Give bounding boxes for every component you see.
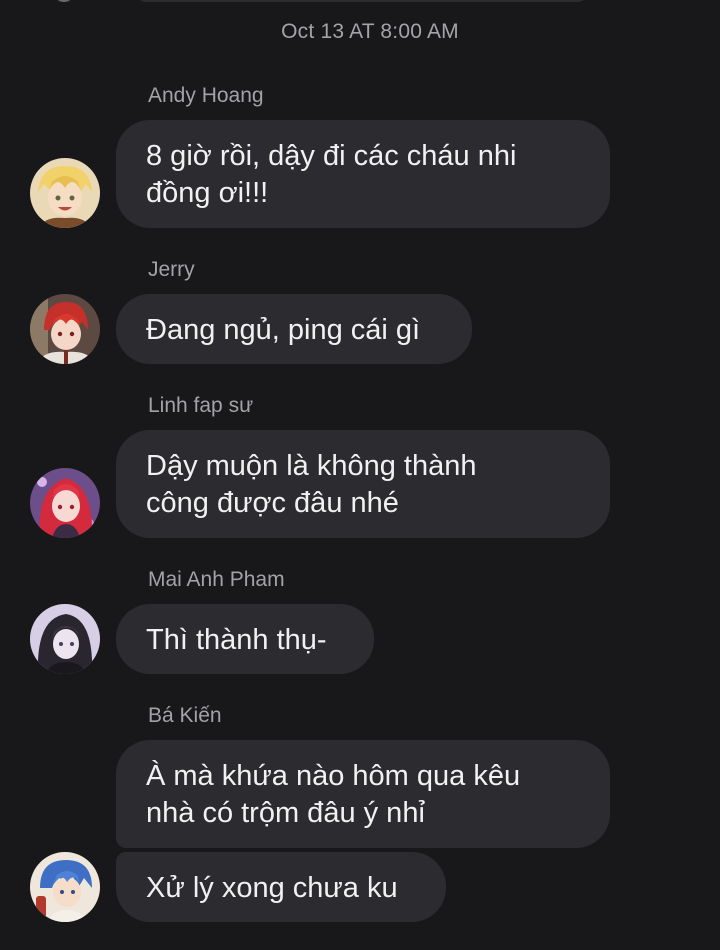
date-separator: Oct 13 AT 8:00 AM [281, 20, 459, 43]
sender-name: Bá Kiến [148, 704, 222, 727]
sender-name: Jerry [148, 258, 195, 281]
message-bubble-partial[interactable] [136, 0, 588, 2]
sender-name: Andy Hoang [148, 84, 264, 107]
message-bubble[interactable]: Dậy muộn là không thành công được đâu nh… [116, 430, 610, 538]
avatar-partial[interactable] [54, 0, 74, 2]
avatar-redhead-anime-girl-icon[interactable] [30, 468, 100, 538]
message-text-line: Xử lý xong chưa ku [146, 872, 398, 904]
message-bubble[interactable]: 8 giờ rồi, dậy đi các cháu nhi đồng ơi!!… [116, 120, 610, 228]
avatar-blonde-anime-boy-icon[interactable] [30, 158, 100, 228]
message-text-line: đồng ơi!!! [146, 177, 269, 209]
avatar-hooded-anime-girl-icon[interactable] [30, 604, 100, 674]
message-text-line: À mà khứa nào hôm qua kêu [146, 760, 521, 792]
avatar-blue-hair-anime-boy-icon[interactable] [30, 852, 100, 922]
message-text-line: nhà có trộm đâu ý nhỉ [146, 797, 425, 829]
message-bubble[interactable]: Đang ngủ, ping cái gì [116, 294, 472, 364]
message-bubble[interactable]: Thì thành thụ- [116, 604, 374, 674]
message-bubble[interactable]: À mà khứa nào hôm qua kêu nhà có trộm đâ… [116, 740, 610, 848]
message-bubble[interactable]: Xử lý xong chưa ku [116, 852, 446, 922]
avatar-redhead-anime-boy-icon[interactable] [30, 294, 100, 364]
message-text-line: 8 giờ rồi, dậy đi các cháu nhi [146, 140, 517, 172]
message-text-line: công được đâu nhé [146, 487, 399, 519]
message-text-line: Đang ngủ, ping cái gì [146, 314, 421, 346]
sender-name: Linh fap sư [148, 394, 254, 417]
sender-name: Mai Anh Pham [148, 568, 285, 591]
message-text-line: Dậy muộn là không thành [146, 450, 477, 482]
message-text-line: Thì thành thụ- [146, 624, 327, 656]
